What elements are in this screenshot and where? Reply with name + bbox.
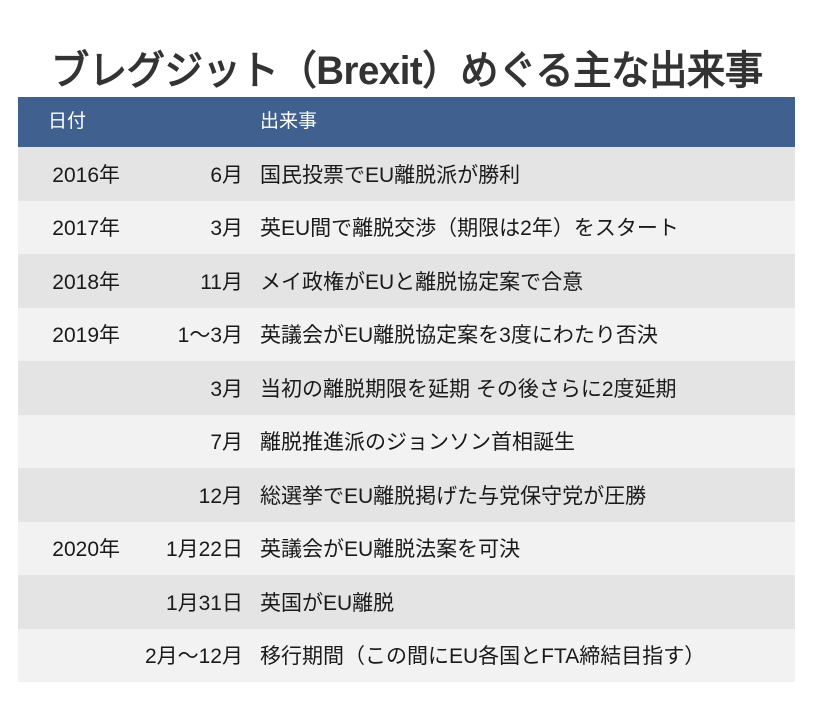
cell-event: 英EU間で離脱交渉（期限は2年）をスタート [260, 217, 679, 241]
cell-date-year: 2016年 [52, 163, 120, 187]
cell-event: 英議会がEU離脱法案を可決 [260, 538, 521, 562]
table-row: 12月 総選挙でEU離脱掲げた与党保守党が圧勝 [18, 468, 795, 522]
brexit-timeline-infographic: ブレグジット（Brexit）めぐる主な出来事 日付 出来事 2016年 6月 国民投… [0, 0, 813, 702]
table-row: 2017年 3月 英EU間で離脱交渉（期限は2年）をスタート [18, 200, 795, 254]
cell-date-year: 2018年 [52, 270, 120, 294]
cell-date-month: 12月 [198, 484, 243, 508]
events-table: 日付 出来事 2016年 6月 国民投票でEU離脱派が勝利 2017年 3月 英EU間で離… [18, 97, 795, 682]
column-header-event: 出来事 [260, 111, 318, 132]
cell-event: 英国がEU離脱 [260, 591, 395, 615]
table-row: 2月〜12月 移行期間（この間にEU各国とFTA締結目指す） [18, 628, 795, 682]
cell-event: メイ政権がEUと離脱協定案で合意 [260, 270, 584, 294]
cell-event: 当初の離脱期限を延期 その後さらに2度延期 [260, 377, 677, 401]
table-row: 2016年 6月 国民投票でEU離脱派が勝利 [18, 147, 795, 201]
cell-date-month: 3月 [210, 217, 243, 241]
table-row: 1月31日 英国がEU離脱 [18, 575, 795, 629]
cell-date-month: 1〜3月 [177, 324, 243, 348]
cell-event: 移行期間（この間にEU各国とFTA締結目指す） [260, 645, 706, 669]
table-row: 2019年 1〜3月 英議会がEU離脱協定案を3度にわたり否決 [18, 307, 795, 361]
column-header-date: 日付 [48, 111, 87, 132]
cell-event: 総選挙でEU離脱掲げた与党保守党が圧勝 [260, 484, 647, 508]
table-row: 2018年 11月 メイ政権がEUと離脱協定案で合意 [18, 254, 795, 308]
cell-date-month: 2月〜12月 [144, 645, 243, 669]
table-row: 7月 離脱推進派のジョンソン首相誕生 [18, 414, 795, 468]
cell-date-year: 2020年 [52, 538, 120, 562]
cell-event: 離脱推進派のジョンソン首相誕生 [260, 431, 575, 455]
table-row: 2020年 1月22日 英議会がEU離脱法案を可決 [18, 521, 795, 575]
table-row: 3月 当初の離脱期限を延期 その後さらに2度延期 [18, 361, 795, 415]
cell-date-month: 7月 [210, 431, 243, 455]
page-title: ブレグジット（Brexit）めぐる主な出来事 [50, 48, 763, 93]
cell-date-month: 6月 [210, 163, 243, 187]
cell-date-year: 2017年 [52, 217, 120, 241]
cell-date-month: 3月 [210, 377, 243, 401]
cell-date-year: 2019年 [52, 324, 120, 348]
cell-event: 英議会がEU離脱協定案を3度にわたり否決 [260, 324, 658, 348]
cell-date-month: 11月 [200, 270, 243, 294]
cell-event: 国民投票でEU離脱派が勝利 [260, 163, 521, 187]
table-header-row: 日付 出来事 [18, 97, 795, 147]
table-body: 2016年 6月 国民投票でEU離脱派が勝利 2017年 3月 英EU間で離脱交渉（期限は… [18, 147, 795, 682]
cell-date-month: 1月31日 [165, 591, 243, 615]
cell-date-month: 1月22日 [165, 538, 243, 562]
